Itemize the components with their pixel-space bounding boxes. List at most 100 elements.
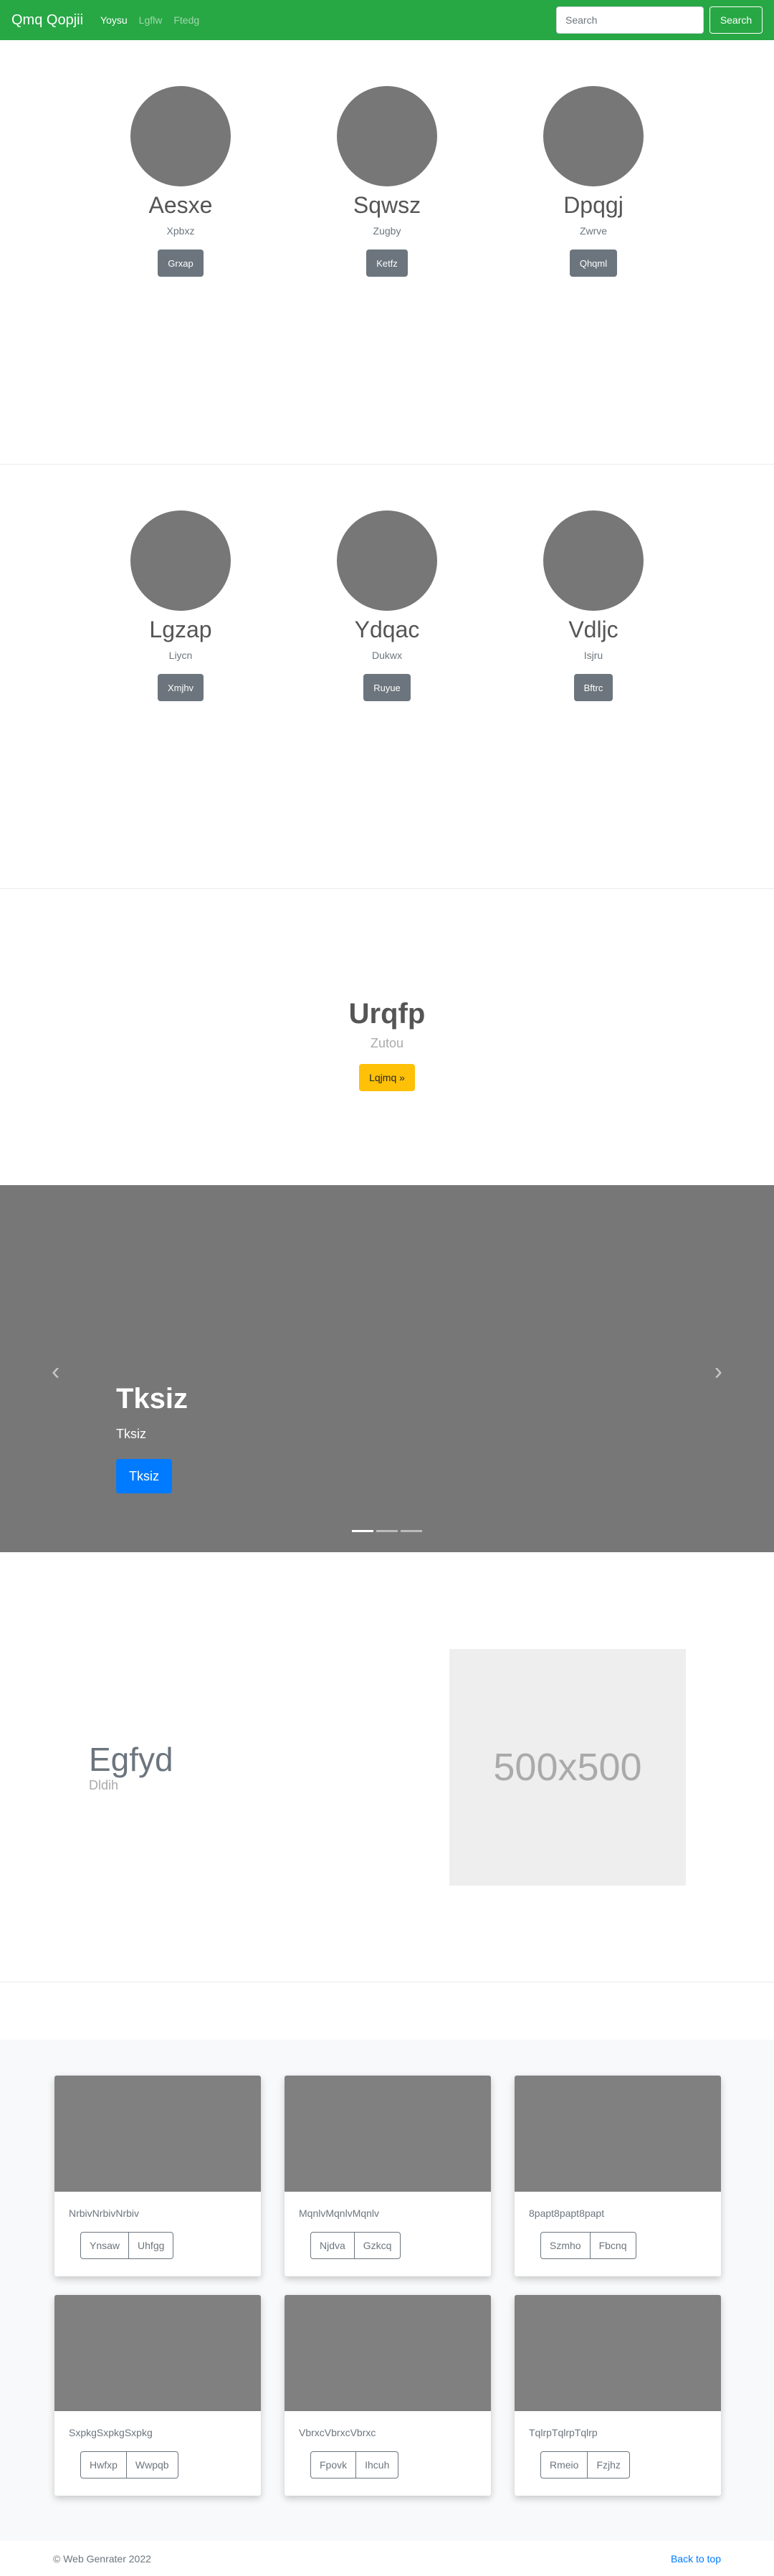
person-role: Zugby bbox=[373, 225, 401, 237]
hero-title: Urqfp bbox=[348, 997, 426, 1030]
hero-button[interactable]: Lqjmq » bbox=[359, 1063, 415, 1091]
person-button[interactable]: Ketfz bbox=[366, 249, 408, 277]
person-name: Lgzap bbox=[149, 617, 212, 642]
card-button-edit[interactable]: Ihcuh bbox=[356, 2451, 399, 2478]
card-button-group: Rmeio Fzjhz bbox=[540, 2451, 630, 2478]
card-button-group: Njdva Gzkcq bbox=[310, 2232, 401, 2259]
carousel-text: Tksiz bbox=[116, 1427, 146, 1441]
card-button-group: Szmho Fbcnq bbox=[540, 2232, 636, 2259]
nav-link-1[interactable]: Yoysu bbox=[100, 14, 128, 26]
person-button[interactable]: Grxap bbox=[158, 249, 204, 277]
chevron-left-icon[interactable]: ‹ bbox=[52, 1359, 59, 1384]
person-card: Dpqgj Zwrve Qhqml bbox=[490, 40, 697, 464]
card-thumbnail bbox=[285, 2076, 491, 2192]
carousel-indicator[interactable] bbox=[376, 1530, 398, 1532]
person-role: Liycn bbox=[168, 650, 193, 661]
people-row-1: Aesxe Xpbxz Grxap Sqwsz Zugby Ketfz Dpqg… bbox=[0, 40, 774, 465]
card: MqnlvMqnlvMqnlv Njdva Gzkcq bbox=[285, 2076, 491, 2276]
card-thumbnail bbox=[285, 2295, 491, 2411]
search-input[interactable] bbox=[556, 6, 704, 34]
chevron-right-icon[interactable]: › bbox=[715, 1359, 722, 1384]
card-text: VbrxcVbrxcVbrxc bbox=[299, 2427, 376, 2438]
person-card: Lgzap Liycn Xmjhv bbox=[77, 465, 284, 888]
person-role: Dukwx bbox=[371, 650, 402, 661]
person-role: Xpbxz bbox=[166, 225, 195, 237]
feature-subtitle: Dldih bbox=[89, 1778, 119, 1792]
avatar bbox=[543, 510, 644, 611]
card-thumbnail bbox=[515, 2076, 721, 2192]
hero-subtitle: Zutou bbox=[370, 1035, 404, 1050]
nav-link-2[interactable]: Lgflw bbox=[139, 14, 163, 26]
card-button-view[interactable]: Rmeio bbox=[540, 2451, 588, 2478]
people-row-2: Lgzap Liycn Xmjhv Ydqac Dukwx Ruyue Vdlj… bbox=[0, 465, 774, 889]
person-button[interactable]: Qhqml bbox=[569, 249, 618, 277]
navbar: Qmq Qopjii Yoysu Lgflw Ftedg Search bbox=[0, 0, 774, 40]
person-name: Vdljc bbox=[568, 617, 618, 642]
card-body: MqnlvMqnlvMqnlv Njdva Gzkcq bbox=[285, 2192, 491, 2259]
carousel-caption: Tksiz Tksiz Tksiz bbox=[116, 1383, 188, 1493]
card-button-group: Hwfxp Wwpqb bbox=[80, 2451, 178, 2478]
card: NrbivNrbivNrbiv Ynsaw Uhfgg bbox=[54, 2076, 261, 2276]
card-button-view[interactable]: Njdva bbox=[310, 2232, 355, 2259]
card: TqlrpTqlrpTqlrp Rmeio Fzjhz bbox=[515, 2295, 721, 2496]
card: VbrxcVbrxcVbrxc Fpovk Ihcuh bbox=[285, 2295, 491, 2496]
card: SxpkgSxpkgSxpkg Hwfxp Wwpqb bbox=[54, 2295, 261, 2496]
person-card: Vdljc Isjru Bftrc bbox=[490, 465, 697, 888]
card-text: NrbivNrbivNrbiv bbox=[69, 2207, 140, 2219]
person-button[interactable]: Xmjhv bbox=[157, 674, 204, 701]
card-button-view[interactable]: Fpovk bbox=[310, 2451, 357, 2478]
person-button[interactable]: Ruyue bbox=[363, 674, 411, 701]
card-thumbnail bbox=[54, 2295, 261, 2411]
card-thumbnail bbox=[515, 2295, 721, 2411]
card-row: NrbivNrbivNrbiv Ynsaw Uhfgg MqnlvMqnlvMq… bbox=[54, 2076, 774, 2276]
card-button-edit[interactable]: Wwpqb bbox=[126, 2451, 178, 2478]
carousel-indicator[interactable] bbox=[352, 1530, 373, 1532]
person-button[interactable]: Bftrc bbox=[573, 674, 613, 701]
card-button-view[interactable]: Hwfxp bbox=[80, 2451, 127, 2478]
card-row: SxpkgSxpkgSxpkg Hwfxp Wwpqb VbrxcVbrxcVb… bbox=[54, 2295, 774, 2496]
card-body: VbrxcVbrxcVbrxc Fpovk Ihcuh bbox=[285, 2411, 491, 2478]
avatar bbox=[337, 510, 437, 611]
card-text: 8papt8papt8papt bbox=[529, 2207, 605, 2219]
feature-text: Egfyd Dldih bbox=[0, 1741, 387, 1793]
card-button-edit[interactable]: Gzkcq bbox=[354, 2232, 401, 2259]
carousel-button[interactable]: Tksiz bbox=[116, 1459, 172, 1493]
person-card: Sqwsz Zugby Ketfz bbox=[284, 40, 490, 464]
card-button-group: Fpovk Ihcuh bbox=[310, 2451, 399, 2478]
person-role: Zwrve bbox=[579, 225, 608, 237]
feature-image-placeholder: 500x500 bbox=[449, 1648, 686, 1886]
person-role: Isjru bbox=[583, 650, 603, 661]
card-body: 8papt8papt8papt Szmho Fbcnq bbox=[515, 2192, 721, 2259]
back-to-top-link[interactable]: Back to top bbox=[671, 2553, 721, 2565]
card-button-edit[interactable]: Fbcnq bbox=[590, 2232, 636, 2259]
person-name: Dpqgj bbox=[563, 192, 624, 218]
search-button[interactable]: Search bbox=[710, 6, 763, 34]
cards-area: NrbivNrbivNrbiv Ynsaw Uhfgg MqnlvMqnlvMq… bbox=[0, 2040, 774, 2541]
card-button-view[interactable]: Ynsaw bbox=[80, 2232, 130, 2259]
avatar bbox=[130, 510, 231, 611]
person-name: Sqwsz bbox=[353, 192, 421, 218]
feature-section: Egfyd Dldih 500x500 bbox=[0, 1552, 774, 1982]
card: 8papt8papt8papt Szmho Fbcnq bbox=[515, 2076, 721, 2276]
navbar-brand[interactable]: Qmq Qopjii bbox=[11, 12, 83, 29]
card-body: TqlrpTqlrpTqlrp Rmeio Fzjhz bbox=[515, 2411, 721, 2478]
person-name: Ydqac bbox=[354, 617, 420, 642]
card-body: SxpkgSxpkgSxpkg Hwfxp Wwpqb bbox=[54, 2411, 261, 2478]
carousel-title: Tksiz bbox=[116, 1383, 188, 1415]
card-text: TqlrpTqlrpTqlrp bbox=[529, 2427, 598, 2438]
card-button-edit[interactable]: Fzjhz bbox=[588, 2451, 630, 2478]
card-button-view[interactable]: Szmho bbox=[540, 2232, 591, 2259]
hero-section: Urqfp Zutou Lqjmq » bbox=[0, 889, 774, 1185]
avatar bbox=[130, 86, 231, 186]
person-card: Ydqac Dukwx Ruyue bbox=[284, 465, 490, 888]
carousel: ‹ › Tksiz Tksiz Tksiz bbox=[0, 1185, 774, 1552]
nav-link-3[interactable]: Ftedg bbox=[173, 14, 199, 26]
card-text: MqnlvMqnlvMqnlv bbox=[299, 2207, 380, 2219]
card-button-edit[interactable]: Uhfgg bbox=[129, 2232, 174, 2259]
footer-copyright: © Web Genrater 2022 bbox=[53, 2552, 151, 2565]
card-text: SxpkgSxpkgSxpkg bbox=[69, 2427, 153, 2438]
feature-title: Egfyd bbox=[89, 1741, 173, 1778]
carousel-indicators bbox=[0, 1530, 774, 1532]
carousel-indicator[interactable] bbox=[401, 1530, 422, 1532]
footer: © Web Genrater 2022 Back to top bbox=[0, 2541, 774, 2576]
